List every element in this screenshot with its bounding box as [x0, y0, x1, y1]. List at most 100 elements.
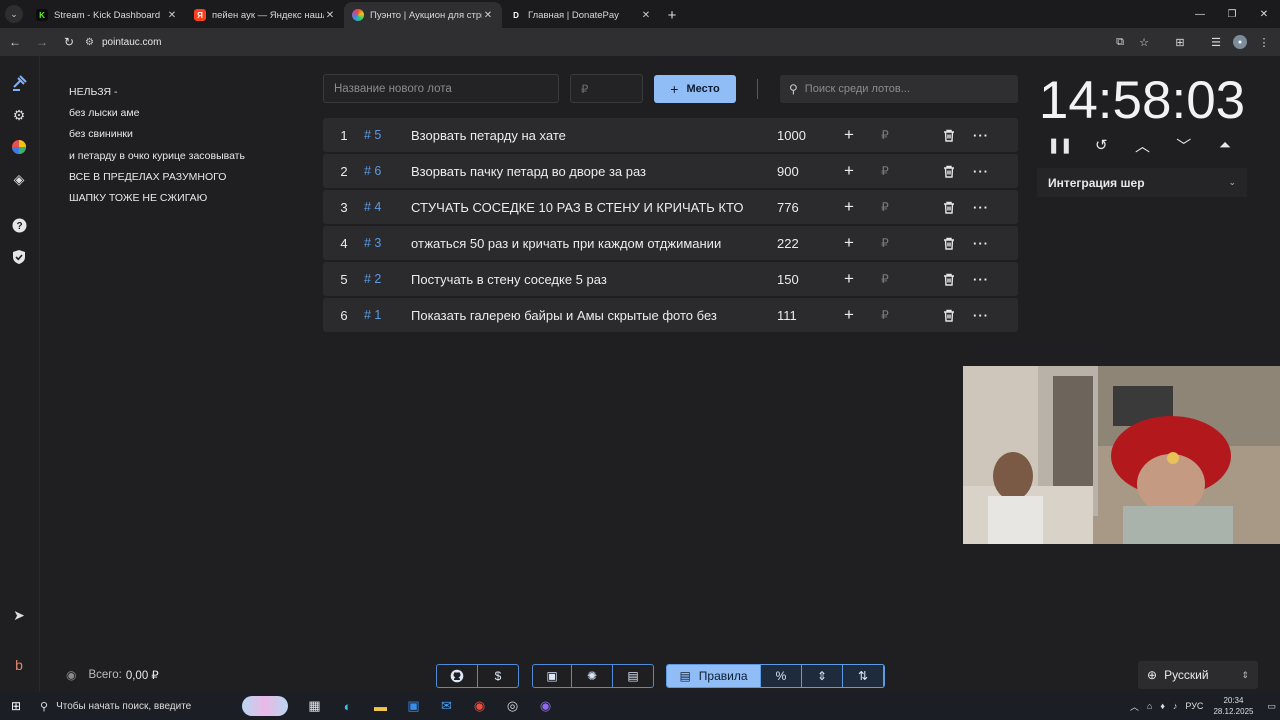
save-icon[interactable]: ▣: [533, 665, 572, 687]
add-amount-icon[interactable]: +: [837, 305, 861, 325]
trash-icon[interactable]: [937, 309, 961, 322]
lot-name[interactable]: СТУЧАТЬ СОСЕДКЕ 10 РАЗ В СТЕНУ И КРИЧАТЬ…: [411, 200, 747, 215]
file-explorer-icon[interactable]: ▬: [364, 692, 397, 720]
eye-off-icon[interactable]: ◉: [66, 668, 76, 682]
help-icon[interactable]: ?: [8, 214, 30, 236]
lot-name[interactable]: Показать галерею байры и Амы скрытые фот…: [411, 308, 747, 323]
compress-rows-icon[interactable]: ⇕: [802, 665, 843, 687]
lot-fast-id[interactable]: # 3: [363, 236, 411, 250]
more-options-icon[interactable]: ···: [969, 272, 993, 287]
lot-search-input[interactable]: ⚲ Поиск среди лотов...: [780, 75, 1018, 103]
forward-icon[interactable]: →: [30, 30, 54, 54]
add-amount-icon[interactable]: +: [837, 125, 861, 145]
lot-amount[interactable]: 150: [747, 272, 827, 287]
bookmark-star-icon[interactable]: ☆: [1132, 30, 1156, 54]
trash-icon[interactable]: [937, 273, 961, 286]
app-icon[interactable]: ◉: [529, 692, 562, 720]
maximize-icon[interactable]: ❐: [1216, 0, 1248, 28]
browser-tab-pointauc[interactable]: Пуэнто | Аукцион для стримеров ✕: [344, 2, 502, 28]
network-icon[interactable]: ⌂: [1147, 701, 1152, 711]
layers-icon[interactable]: ◈: [8, 168, 30, 190]
task-view-icon[interactable]: ▦: [298, 692, 331, 720]
mail-icon[interactable]: ✉: [430, 692, 463, 720]
tab-search-button[interactable]: ⌄: [0, 0, 28, 28]
reset-icon[interactable]: ↺: [1081, 134, 1121, 156]
extensions-icon[interactable]: ⊞: [1168, 30, 1192, 54]
add-lot-button[interactable]: + Место: [654, 75, 736, 103]
add-amount-icon[interactable]: +: [837, 269, 861, 289]
lot-amount[interactable]: 1000: [747, 128, 827, 143]
chrome-icon[interactable]: ◉: [463, 692, 496, 720]
lot-fast-id[interactable]: # 4: [363, 200, 411, 214]
wheel-icon[interactable]: [8, 136, 30, 158]
lot-fast-id[interactable]: # 6: [363, 164, 411, 178]
volume-icon[interactable]: ♪: [1173, 701, 1178, 711]
auction-gavel-icon[interactable]: [8, 72, 30, 94]
trash-icon[interactable]: [937, 165, 961, 178]
profile-avatar[interactable]: ●: [1233, 35, 1247, 49]
sort-icon[interactable]: ⇅: [843, 665, 884, 687]
lot-amount[interactable]: 222: [747, 236, 827, 251]
shield-check-icon[interactable]: [8, 246, 30, 268]
close-icon[interactable]: ✕: [324, 10, 336, 21]
bug-icon[interactable]: ✺: [572, 665, 613, 687]
boosty-icon[interactable]: b: [8, 654, 30, 676]
more-options-icon[interactable]: ···: [969, 200, 993, 215]
lot-fast-id[interactable]: # 5: [363, 128, 411, 142]
keyboard-language[interactable]: РУС: [1185, 701, 1203, 711]
url-field[interactable]: ⚙ pointauc.com: [85, 31, 1100, 53]
new-lot-name-input[interactable]: Название нового лота: [323, 74, 559, 103]
lot-name[interactable]: отжаться 50 раз и кричать при каждом отд…: [411, 236, 747, 251]
add-amount-icon[interactable]: +: [837, 161, 861, 181]
site-info-icon[interactable]: ⚙: [85, 37, 94, 48]
lot-amount[interactable]: 900: [747, 164, 827, 179]
more-options-icon[interactable]: ···: [969, 308, 993, 323]
trash-icon[interactable]: [937, 237, 961, 250]
windows-start-icon[interactable]: ⊞: [0, 699, 32, 713]
add-amount-icon[interactable]: +: [837, 197, 861, 217]
taskbar-clock[interactable]: 20:34 28.12.2025: [1213, 695, 1253, 717]
more-options-icon[interactable]: ···: [969, 236, 993, 251]
trash-icon[interactable]: [937, 129, 961, 142]
translate-icon[interactable]: ⧉: [1108, 30, 1132, 54]
microphone-icon[interactable]: ♦: [1160, 701, 1165, 711]
integration-dropdown[interactable]: Интеграция шер ⌄: [1037, 168, 1247, 197]
back-icon[interactable]: ←: [3, 30, 27, 54]
add-amount-icon[interactable]: +: [837, 233, 861, 253]
lot-fast-id[interactable]: # 1: [363, 308, 411, 322]
github-icon[interactable]: [437, 665, 478, 687]
close-window-icon[interactable]: ✕: [1248, 0, 1280, 28]
browser-tab-donatepay[interactable]: D Главная | DonatePay ✕: [502, 2, 660, 28]
store-icon[interactable]: ▣: [397, 692, 430, 720]
edge-icon[interactable]: ◐: [331, 692, 364, 720]
language-select[interactable]: ⊕ Русский ⇕: [1138, 661, 1258, 689]
lot-fast-id[interactable]: # 2: [363, 272, 411, 286]
more-options-icon[interactable]: ···: [969, 128, 993, 143]
new-lot-price-input[interactable]: ₽: [570, 74, 643, 103]
reading-list-icon[interactable]: ☰: [1204, 30, 1228, 54]
browser-tab-yandex[interactable]: Я пейен аук — Яндекс нашлось ✕: [186, 2, 344, 28]
dollar-icon[interactable]: $: [478, 665, 518, 687]
chevron-up-icon[interactable]: ︿: [1130, 700, 1139, 713]
lot-amount[interactable]: 776: [747, 200, 827, 215]
chevron-up-icon[interactable]: ︿: [1123, 134, 1163, 156]
taskbar-search[interactable]: ⚲ Чтобы начать поиск, введите: [32, 692, 242, 720]
browser-tab-kick[interactable]: K Stream - Kick Dashboard ✕: [28, 2, 186, 28]
lot-name[interactable]: Взорвать пачку петард во дворе за раз: [411, 164, 747, 179]
close-icon[interactable]: ✕: [640, 10, 652, 21]
search-highlight-image[interactable]: [242, 696, 288, 716]
percent-icon[interactable]: %: [761, 665, 802, 687]
lot-name[interactable]: Взорвать петарду на хате: [411, 128, 747, 143]
more-options-icon[interactable]: ···: [969, 164, 993, 179]
chevron-down-icon[interactable]: ﹀: [1164, 134, 1204, 156]
reload-icon[interactable]: ↻: [57, 30, 81, 54]
browser-menu-icon[interactable]: ⋮: [1252, 30, 1276, 54]
pause-icon[interactable]: ❚❚: [1040, 134, 1080, 156]
notification-icon[interactable]: ▭: [1267, 701, 1276, 712]
close-icon[interactable]: ✕: [482, 10, 494, 21]
trash-icon[interactable]: [937, 201, 961, 214]
lot-amount[interactable]: 111: [747, 308, 827, 323]
lot-name[interactable]: Постучать в стену соседке 5 раз: [411, 272, 747, 287]
close-icon[interactable]: ✕: [166, 10, 178, 21]
settings-gear-icon[interactable]: ⚙: [8, 104, 30, 126]
